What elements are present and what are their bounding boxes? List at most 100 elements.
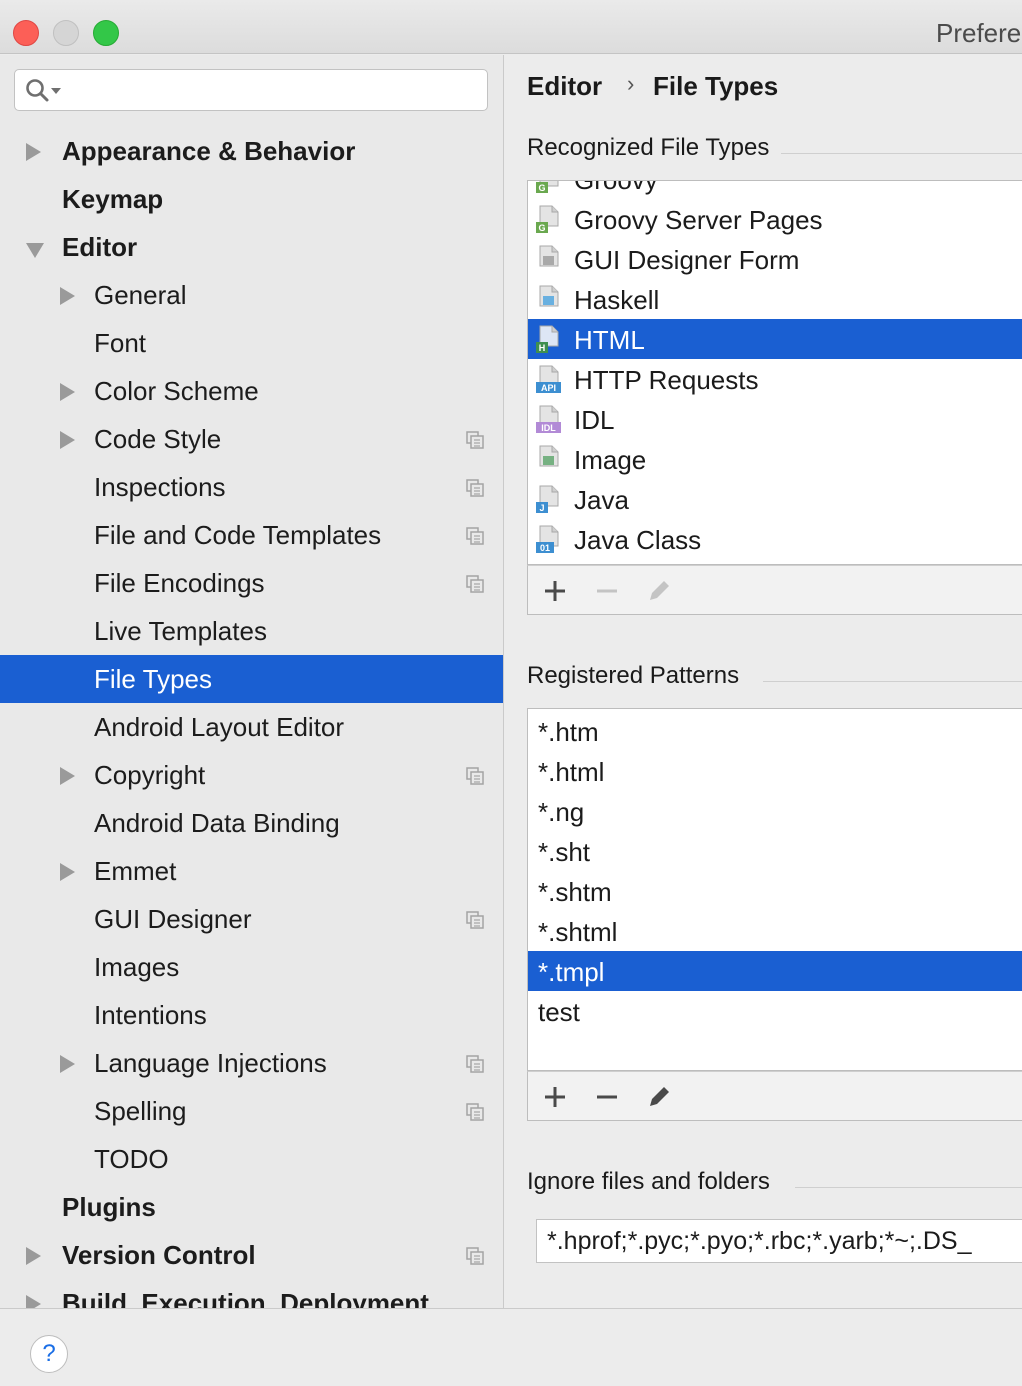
pattern-label: *.shtml (538, 917, 618, 947)
svg-text:01: 01 (540, 543, 550, 553)
sidebar-item[interactable]: Images (0, 943, 503, 991)
sidebar-item-label: Emmet (94, 856, 177, 886)
pattern-row[interactable]: *.htm (528, 711, 1022, 751)
class-file-icon: 01 (536, 525, 559, 553)
pattern-label: *.tmpl (538, 957, 605, 987)
file-type-label: HTML (574, 325, 645, 355)
sidebar-item[interactable]: File Encodings (0, 559, 503, 607)
sidebar-item[interactable]: TODO (0, 1135, 503, 1183)
expand-arrow-icon[interactable] (60, 431, 75, 449)
sidebar-item[interactable]: Language Injections (0, 1039, 503, 1087)
file-type-row[interactable]: Image (528, 439, 1022, 479)
breadcrumb-separator: › (627, 71, 635, 96)
remove-file-type-button[interactable] (592, 576, 622, 606)
html-file-icon: H (536, 325, 559, 353)
remove-pattern-button[interactable] (592, 1082, 622, 1112)
collapse-arrow-icon[interactable] (26, 243, 44, 258)
settings-sidebar: Appearance & Behavior Keymap Editor General… (0, 55, 504, 1308)
file-type-row[interactable]: J Java (528, 479, 1022, 519)
sidebar-item[interactable]: Version Control (0, 1231, 503, 1279)
pattern-row[interactable]: *.tmpl (528, 951, 1022, 991)
expand-arrow-icon[interactable] (60, 383, 75, 401)
registered-patterns-list[interactable]: *.htm *.html *.ng *.sht *.shtm *.shtml *.tmpl t… (527, 708, 1022, 1071)
expand-arrow-icon[interactable] (60, 767, 75, 785)
add-file-type-button[interactable] (540, 576, 570, 606)
file-type-label: HTTP Requests (574, 365, 759, 395)
sidebar-item[interactable]: General (0, 271, 503, 319)
file-type-row[interactable]: G Groovy (528, 181, 1022, 199)
expand-arrow-icon[interactable] (60, 287, 75, 305)
sidebar-item[interactable]: Android Layout Editor (0, 703, 503, 751)
svg-text:J: J (539, 503, 544, 513)
sidebar-item-label: File Encodings (94, 568, 265, 598)
file-type-row[interactable]: 01 Java Class (528, 519, 1022, 559)
patterns-toolbar (527, 1071, 1022, 1121)
sidebar-item[interactable]: Inspections (0, 463, 503, 511)
sidebar-item[interactable]: Intentions (0, 991, 503, 1039)
file-type-row[interactable]: H HTML (528, 319, 1022, 359)
sidebar-item[interactable]: File and Code Templates (0, 511, 503, 559)
file-type-row[interactable]: G Groovy Server Pages (528, 199, 1022, 239)
sidebar-item-label: File Types (94, 664, 213, 694)
settings-search-input[interactable] (65, 74, 475, 106)
file-type-label: Java (574, 485, 629, 515)
file-type-row[interactable]: API HTTP Requests (528, 359, 1022, 399)
settings-search-box[interactable] (14, 69, 488, 111)
pattern-row[interactable]: test (528, 991, 1022, 1031)
zoom-window-button[interactable] (93, 20, 119, 46)
sidebar-item[interactable]: Keymap (0, 175, 503, 223)
sidebar-item-label: Version Control (62, 1240, 256, 1270)
sidebar-item[interactable]: Spelling (0, 1087, 503, 1135)
sidebar-item[interactable]: Emmet (0, 847, 503, 895)
sidebar-item[interactable]: Font (0, 319, 503, 367)
sidebar-item[interactable]: Copyright (0, 751, 503, 799)
help-button[interactable]: ? (30, 1335, 68, 1373)
file-type-label: Haskell (574, 285, 660, 315)
sidebar-item[interactable]: Live Templates (0, 607, 503, 655)
project-scope-icon (466, 527, 484, 545)
file-type-row[interactable]: Haskell (528, 279, 1022, 319)
add-pattern-button[interactable] (540, 1082, 570, 1112)
project-scope-icon (466, 1055, 484, 1073)
sidebar-item[interactable]: GUI Designer (0, 895, 503, 943)
sidebar-item[interactable]: Editor (0, 223, 503, 271)
pattern-label: *.htm (538, 717, 599, 747)
expand-arrow-icon[interactable] (26, 1247, 41, 1265)
expand-arrow-icon[interactable] (60, 1055, 75, 1073)
ignore-files-field[interactable] (536, 1219, 1022, 1263)
ignore-files-title: Ignore files and folders (527, 1168, 782, 1196)
sidebar-item[interactable]: Android Data Binding (0, 799, 503, 847)
expand-arrow-icon[interactable] (26, 1295, 41, 1308)
edit-pattern-button[interactable] (644, 1082, 674, 1112)
sidebar-item[interactable]: Appearance & Behavior (0, 127, 503, 175)
expand-arrow-icon[interactable] (26, 143, 41, 161)
close-window-button[interactable] (13, 20, 39, 46)
sidebar-item-label: Editor (62, 232, 138, 262)
breadcrumb-editor[interactable]: Editor (527, 71, 602, 101)
sidebar-item-label: Appearance & Behavior (62, 136, 356, 166)
minimize-window-button[interactable] (53, 20, 79, 46)
pencil-icon (650, 1087, 669, 1106)
sidebar-item[interactable]: Build, Execution, Deployment (0, 1279, 503, 1308)
file-type-row[interactable]: IDL IDL (528, 399, 1022, 439)
pencil-icon (650, 581, 669, 600)
sidebar-item-label: Code Style (94, 424, 222, 454)
sidebar-item-label: File and Code Templates (94, 520, 382, 550)
sidebar-item[interactable]: Code Style (0, 415, 503, 463)
pattern-row[interactable]: *.html (528, 751, 1022, 791)
sidebar-item[interactable]: Color Scheme (0, 367, 503, 415)
svg-text:API: API (541, 383, 556, 393)
pattern-row[interactable]: *.sht (528, 831, 1022, 871)
expand-arrow-icon[interactable] (60, 863, 75, 881)
pattern-row[interactable]: *.shtm (528, 871, 1022, 911)
file-type-row[interactable]: GUI Designer Form (528, 239, 1022, 279)
sidebar-item[interactable]: Plugins (0, 1183, 503, 1231)
pattern-row[interactable]: *.ng (528, 791, 1022, 831)
file-type-label: Image (574, 445, 647, 475)
recognized-file-types-list[interactable]: G Groovy G Groovy Server Pages GUI Designer … (527, 180, 1022, 565)
sidebar-item[interactable]: File Types (0, 655, 503, 703)
patterns-divider (763, 681, 1022, 682)
pattern-row[interactable]: *.shtml (528, 911, 1022, 951)
edit-file-type-button[interactable] (644, 576, 674, 606)
ignore-files-input[interactable] (537, 1220, 1022, 1262)
